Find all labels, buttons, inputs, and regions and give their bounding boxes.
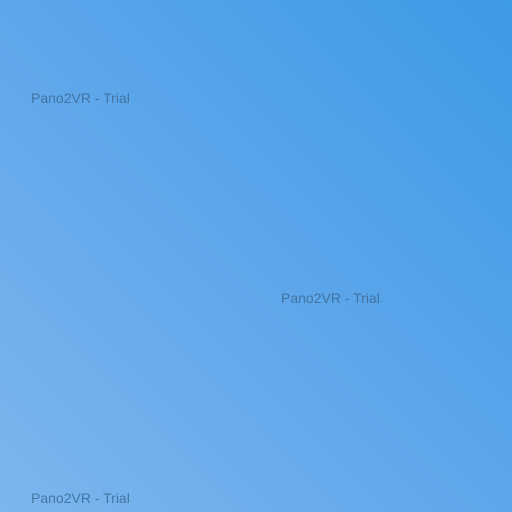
trial-watermark: Pano2VR - Trial — [281, 290, 380, 306]
trial-watermark: Pano2VR - Trial — [31, 490, 130, 506]
panorama-viewport[interactable]: Pano2VR - Trial Pano2VR - Trial Pano2VR … — [0, 0, 512, 512]
trial-watermark: Pano2VR - Trial — [31, 90, 130, 106]
